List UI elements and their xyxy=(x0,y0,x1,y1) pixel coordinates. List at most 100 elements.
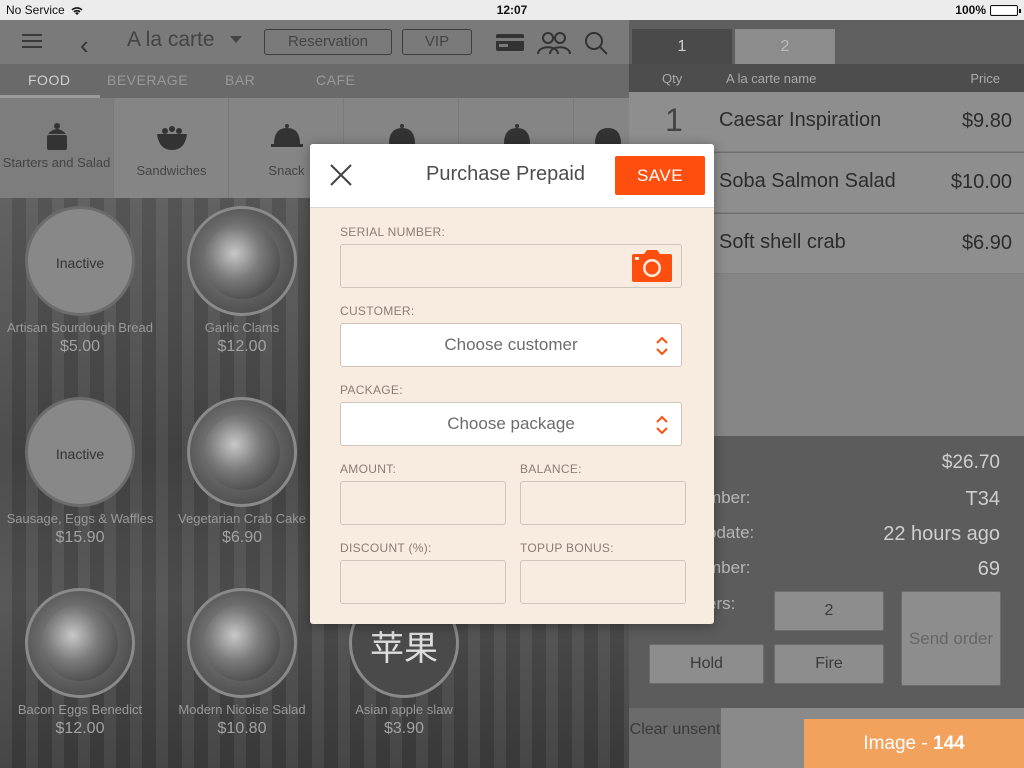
menu-title[interactable]: A la carte xyxy=(127,28,215,52)
menu-item[interactable]: Modern Nicoise Salad $10.80 xyxy=(162,588,322,738)
menu-item[interactable]: Bacon Eggs Benedict $12.00 xyxy=(0,588,160,738)
balance-field[interactable] xyxy=(520,481,686,525)
dialog-title: Purchase Prepaid xyxy=(426,163,585,185)
purchase-prepaid-dialog: Purchase Prepaid SAVE SERIAL NUMBER: CUS… xyxy=(310,144,714,624)
serial-number-label: SERIAL NUMBER: xyxy=(340,225,446,239)
order-table-header: Qty A la carte name Price xyxy=(629,64,1024,92)
package-select[interactable]: Choose package xyxy=(340,402,682,446)
tab-beverage[interactable]: BEVERAGE xyxy=(107,72,188,88)
status-right: 100% xyxy=(955,3,1021,17)
name-header: A la carte name xyxy=(726,71,817,86)
dialog-header: Purchase Prepaid SAVE xyxy=(310,144,714,208)
badge-prefix: Image - xyxy=(863,733,933,754)
tab-bar[interactable]: BAR xyxy=(225,72,255,88)
item-name: Garlic Clams xyxy=(204,320,280,335)
customer-select[interactable]: Choose customer xyxy=(340,323,682,367)
badge-number: 144 xyxy=(933,733,965,754)
save-button[interactable]: SAVE xyxy=(615,156,705,195)
tab-cafe[interactable]: CAFE xyxy=(316,72,355,88)
guests-count-button[interactable]: 2 xyxy=(774,591,884,631)
inactive-label: Inactive xyxy=(55,446,105,462)
hold-button[interactable]: Hold xyxy=(649,644,764,684)
search-icon[interactable] xyxy=(582,30,610,58)
camera-icon[interactable] xyxy=(631,249,673,283)
summary-value: 22 hours ago xyxy=(883,523,1000,545)
menu-item[interactable]: Inactive Sausage, Eggs & Waffles $15.90 xyxy=(0,397,160,547)
item-image: Inactive xyxy=(25,206,135,316)
item-image xyxy=(187,588,297,698)
order-tab-2[interactable]: 2 xyxy=(735,29,835,64)
discount-label: DISCOUNT (%): xyxy=(340,541,432,555)
customer-label: CUSTOMER: xyxy=(340,304,415,318)
order-tab-1[interactable]: 1 xyxy=(632,29,732,64)
menu-item[interactable]: Vegetarian Crab Cake $6.90 xyxy=(162,397,322,547)
order-item-price: $10.00 xyxy=(950,171,1012,193)
subcategory-label: Sandwiches xyxy=(136,163,207,178)
item-price: $15.90 xyxy=(55,529,105,546)
item-name: Vegetarian Crab Cake xyxy=(178,511,306,526)
fire-button[interactable]: Fire xyxy=(774,644,884,684)
topup-bonus-field[interactable] xyxy=(520,560,686,604)
order-number-line: mber: 69 xyxy=(707,558,1000,580)
item-name: Asian apple slaw xyxy=(355,702,453,717)
serial-number-field[interactable] xyxy=(340,244,682,288)
customers-icon[interactable] xyxy=(536,30,572,56)
image-number-badge: Image - 144 xyxy=(804,719,1024,768)
order-qty: 1 xyxy=(665,102,683,138)
item-price: $5.00 xyxy=(59,338,101,355)
last-update-line: pdate: 22 hours ago xyxy=(707,523,1000,545)
customer-select-placeholder: Choose customer xyxy=(444,335,578,354)
inactive-label: Inactive xyxy=(55,255,105,271)
cake-icon xyxy=(47,123,67,150)
subcategory-starters[interactable]: Starters and Salad xyxy=(0,98,114,198)
menu-item[interactable]: Garlic Clams $12.00 xyxy=(162,206,322,356)
order-item-price: $9.80 xyxy=(961,110,1012,132)
item-glyph: 苹果 xyxy=(370,629,438,669)
topup-bonus-label: TOPUP BONUS: xyxy=(520,541,614,555)
item-image: Inactive xyxy=(25,397,135,507)
item-name: Sausage, Eggs & Waffles xyxy=(6,511,154,526)
order-row[interactable]: 1 Caesar Inspiration $9.80 xyxy=(629,92,1024,152)
status-bar: No Service 12:07 100% xyxy=(0,0,1024,20)
item-price: $12.00 xyxy=(217,338,267,355)
updown-arrows-icon xyxy=(656,415,668,435)
back-chevron-icon[interactable]: ‹ xyxy=(80,30,89,61)
item-price: $12.00 xyxy=(55,720,105,737)
item-name: Bacon Eggs Benedict xyxy=(17,702,143,717)
updown-arrows-icon xyxy=(656,336,668,356)
salad-bowl-icon xyxy=(157,126,187,150)
item-image xyxy=(187,397,297,507)
discount-field[interactable] xyxy=(340,560,506,604)
subcategory-label: Starters and Salad xyxy=(2,155,111,170)
order-tabs: 1 2 xyxy=(629,20,1024,64)
send-order-button[interactable]: Send order xyxy=(901,591,1001,686)
subcategory-sandwiches[interactable]: Sandwiches xyxy=(115,98,229,198)
table-number-line: mber: T34 xyxy=(707,488,1000,510)
reservation-button[interactable]: Reservation xyxy=(264,29,392,55)
close-icon[interactable] xyxy=(326,160,356,190)
clock-text: 12:07 xyxy=(496,3,528,17)
summary-label: pdate: xyxy=(707,523,755,542)
summary-value: 69 xyxy=(977,558,1000,580)
item-price: $10.80 xyxy=(217,720,267,737)
menu-item[interactable]: Inactive Artisan Sourdough Bread $5.00 xyxy=(0,206,160,356)
order-item-name: Caesar Inspiration xyxy=(719,109,882,131)
item-name: Modern Nicoise Salad xyxy=(178,702,306,717)
item-price: $6.90 xyxy=(221,529,263,546)
item-price: $3.90 xyxy=(383,720,425,737)
hamburger-menu-icon[interactable] xyxy=(22,34,42,48)
package-select-placeholder: Choose package xyxy=(447,414,575,433)
qty-header: Qty xyxy=(662,71,683,86)
battery-text: 100% xyxy=(955,3,986,17)
amount-field[interactable] xyxy=(340,481,506,525)
order-total: $26.70 xyxy=(941,452,1000,473)
tab-food[interactable]: FOOD xyxy=(28,72,70,88)
vip-button[interactable]: VIP xyxy=(402,29,472,55)
category-tabs: FOOD BEVERAGE BAR CAFE xyxy=(0,64,629,98)
credit-card-icon[interactable] xyxy=(494,30,526,54)
order-item-name: Soft shell crab xyxy=(719,231,846,253)
clear-unsent-button[interactable]: Clear unsent xyxy=(629,708,721,768)
item-image xyxy=(187,206,297,316)
caret-down-icon[interactable] xyxy=(230,36,242,43)
item-image xyxy=(25,588,135,698)
